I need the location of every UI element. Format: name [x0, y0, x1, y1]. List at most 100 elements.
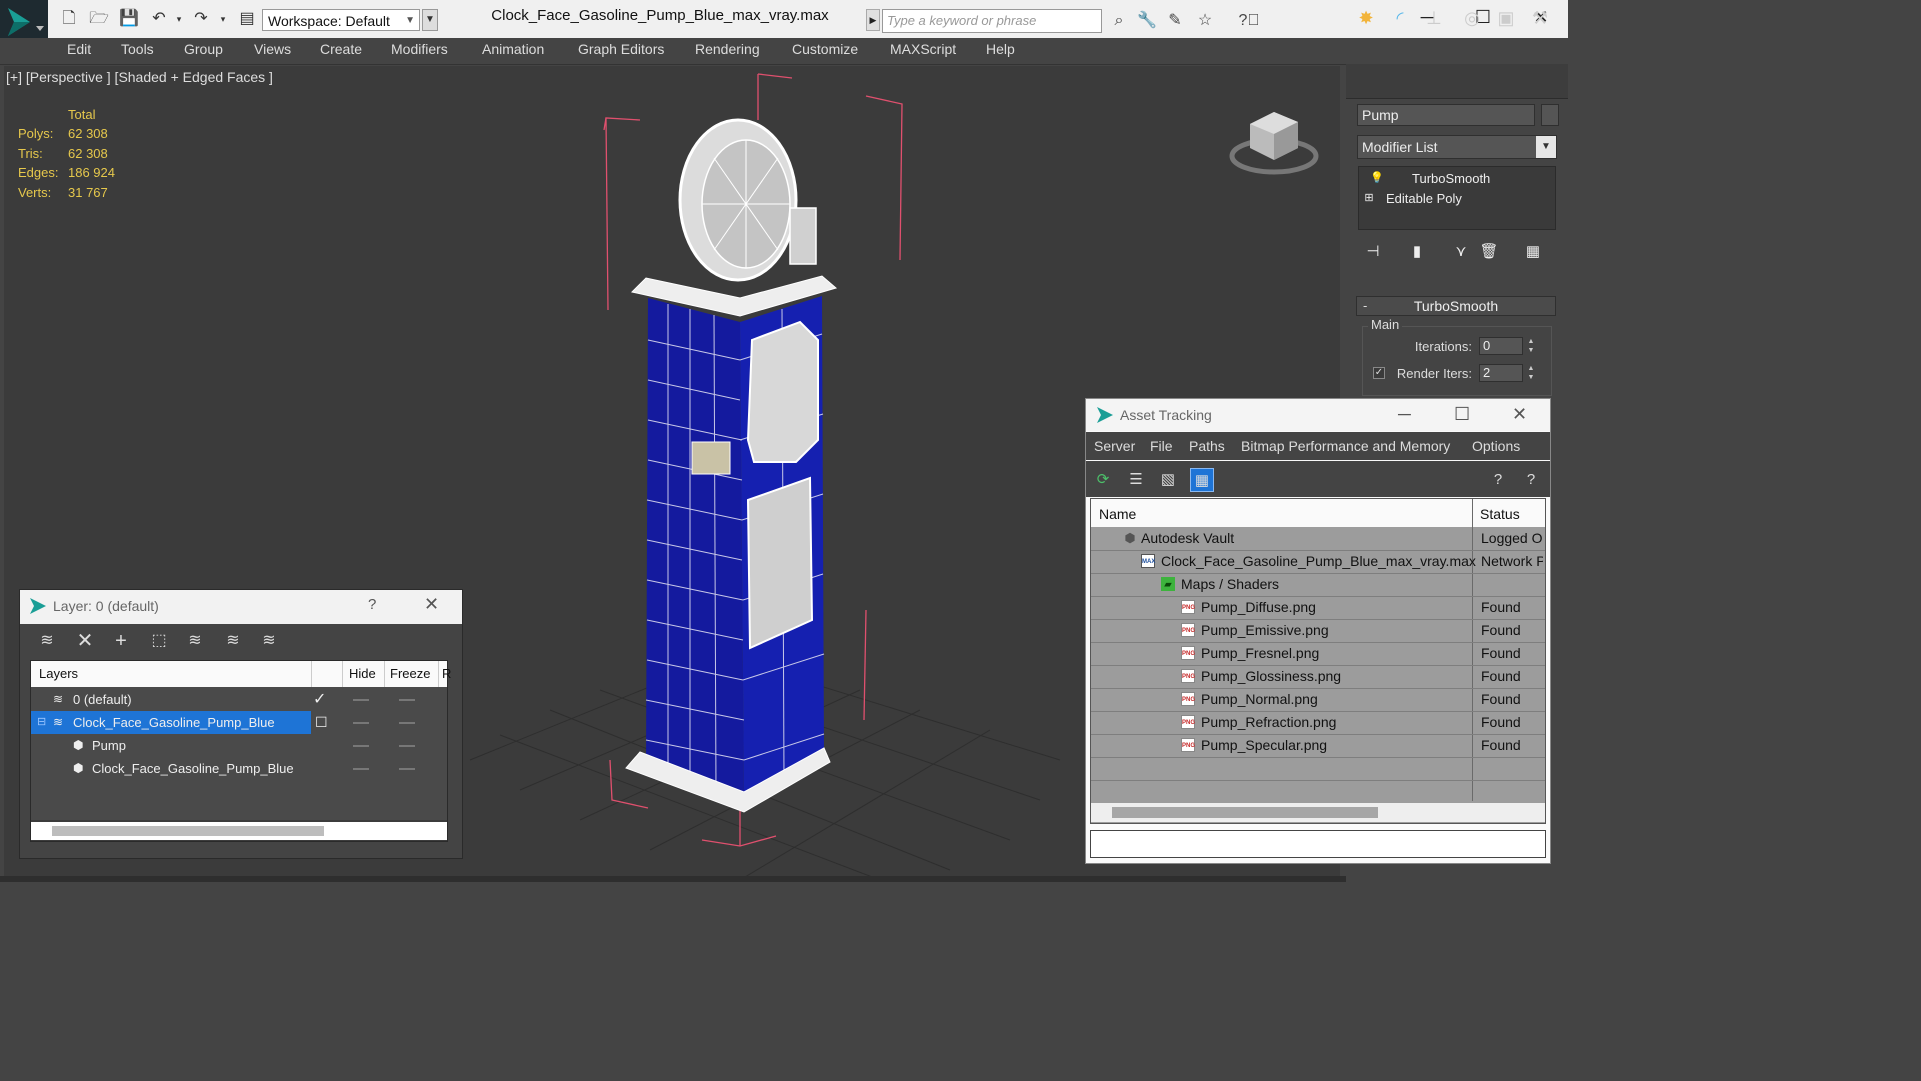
- undo-icon[interactable]: ↶: [148, 9, 170, 29]
- list-view-icon[interactable]: ☰: [1124, 468, 1148, 492]
- menu-file[interactable]: File: [1150, 438, 1173, 454]
- hide-toggle[interactable]: [353, 699, 369, 701]
- layer-row-selected[interactable]: ⊟ ≋ Clock_Face_Gasoline_Pump_Blue ☐: [31, 711, 447, 734]
- scrollbar-thumb[interactable]: [52, 826, 324, 836]
- stack-item-editable-poly[interactable]: ⊞ Editable Poly: [1360, 189, 1554, 208]
- motion-tab-icon[interactable]: ◎: [1458, 6, 1486, 30]
- thumbnail-view-icon[interactable]: ▧: [1156, 468, 1180, 492]
- hierarchy-tab-icon[interactable]: ⊥: [1420, 6, 1448, 30]
- new-file-icon[interactable]: 🗋: [58, 9, 80, 29]
- object-name-field[interactable]: Pump: [1357, 104, 1535, 126]
- wrench-icon[interactable]: 🔧: [1134, 9, 1160, 33]
- open-file-icon[interactable]: 🗁: [88, 9, 110, 29]
- select-in-layer-icon[interactable]: ⬚: [146, 630, 172, 652]
- asset-row-bitmap[interactable]: PNG Pump_Glossiness.png: [1091, 665, 1545, 689]
- menu-bitmap-performance[interactable]: Bitmap Performance and Memory: [1241, 438, 1450, 454]
- render-iters-checkbox[interactable]: ✓: [1373, 367, 1385, 379]
- column-layers[interactable]: Layers: [39, 666, 78, 681]
- pin-stack-icon[interactable]: ⊣: [1360, 241, 1386, 263]
- column-hide[interactable]: Hide: [349, 666, 376, 681]
- help-icon[interactable]: ?⃝: [1236, 9, 1262, 33]
- column-render[interactable]: R: [442, 666, 451, 681]
- menu-options[interactable]: Options: [1472, 438, 1520, 454]
- asset-row-bitmap[interactable]: PNG Pump_Refraction.png: [1091, 711, 1545, 735]
- active-layer-check-icon[interactable]: ✓: [313, 688, 326, 711]
- hide-toggle[interactable]: [353, 768, 369, 770]
- menu-maxscript[interactable]: MAXScript: [890, 41, 956, 57]
- display-tab-icon[interactable]: ▣: [1492, 6, 1520, 30]
- lightbulb-icon[interactable]: 💡: [1370, 172, 1384, 184]
- menu-modifiers[interactable]: Modifiers: [391, 41, 448, 57]
- delete-layer-icon[interactable]: ✕: [72, 630, 98, 652]
- spinner-arrows-icon[interactable]: ▲ ▼: [1526, 337, 1536, 355]
- new-layer-icon[interactable]: ≋: [34, 630, 60, 652]
- render-iters-spinner[interactable]: 2: [1479, 364, 1523, 382]
- asset-row-bitmap[interactable]: PNG Pump_Diffuse.png: [1091, 596, 1545, 620]
- maximize-dialog-button[interactable]: ☐: [1454, 404, 1470, 425]
- menu-server[interactable]: Server: [1094, 438, 1135, 454]
- undo-dropdown-icon[interactable]: ▾: [168, 9, 190, 29]
- redo-dropdown-icon[interactable]: ▾: [212, 9, 234, 29]
- menu-customize[interactable]: Customize: [792, 41, 858, 57]
- freeze-all-layers-icon[interactable]: ≋: [256, 630, 282, 652]
- sign-in-icon[interactable]: ✎: [1162, 9, 1188, 33]
- save-file-icon[interactable]: 💾: [118, 9, 140, 29]
- asset-row-scene-file[interactable]: MAX Clock_Face_Gasoline_Pump_Blue_max_vr…: [1091, 550, 1545, 574]
- layer-row[interactable]: ≋ 0 (default) ✓: [31, 688, 447, 711]
- stack-item-turbosmooth[interactable]: 💡 TurboSmooth: [1360, 169, 1554, 188]
- redo-icon[interactable]: ↷: [190, 9, 212, 29]
- hide-toggle[interactable]: [353, 745, 369, 747]
- object-color-swatch[interactable]: [1541, 104, 1559, 126]
- project-folder-icon[interactable]: ▤: [236, 9, 258, 29]
- menu-rendering[interactable]: Rendering: [695, 41, 760, 57]
- layer-row[interactable]: ⬢ Clock_Face_Gasoline_Pump_Blue: [31, 757, 447, 780]
- viewcube-icon[interactable]: [1228, 102, 1324, 178]
- asset-row-bitmap[interactable]: PNG Pump_Fresnel.png: [1091, 642, 1545, 666]
- column-name[interactable]: Name: [1099, 506, 1136, 522]
- scrollbar-thumb[interactable]: [1112, 807, 1378, 818]
- freeze-toggle[interactable]: [399, 768, 415, 770]
- menu-group[interactable]: Group: [184, 41, 223, 57]
- add-to-layer-icon[interactable]: +: [108, 630, 134, 652]
- show-end-result-icon[interactable]: ▮: [1404, 241, 1430, 263]
- utilities-tab-icon[interactable]: ⚒: [1526, 6, 1554, 30]
- menu-paths[interactable]: Paths: [1189, 438, 1225, 454]
- viewport-label[interactable]: [+] [Perspective ] [Shaded + Edged Faces…: [6, 69, 273, 85]
- freeze-toggle[interactable]: [399, 722, 415, 724]
- hide-all-layers-icon[interactable]: ≋: [220, 630, 246, 652]
- make-active-box-icon[interactable]: ☐: [315, 711, 328, 734]
- menu-tools[interactable]: Tools: [121, 41, 154, 57]
- binoculars-icon[interactable]: ⌕: [1106, 9, 1132, 33]
- collapse-icon[interactable]: ⊟: [37, 711, 46, 734]
- search-expand-button[interactable]: ▶: [866, 9, 880, 31]
- turbosmooth-rollout-header[interactable]: - TurboSmooth: [1356, 296, 1556, 316]
- workspace-dropdown[interactable]: Workspace: Default ▼: [262, 9, 420, 31]
- menu-edit[interactable]: Edit: [67, 41, 91, 57]
- search-input[interactable]: Type a keyword or phrase: [882, 9, 1102, 33]
- asset-row-bitmap[interactable]: PNG Pump_Emissive.png: [1091, 619, 1545, 643]
- help-icon[interactable]: ?: [1486, 468, 1510, 492]
- asset-row-bitmap[interactable]: PNG Pump_Specular.png: [1091, 734, 1545, 758]
- asset-row-maps-folder[interactable]: ▰ Maps / Shaders: [1091, 573, 1545, 597]
- workspace-options-button[interactable]: ▼: [422, 9, 438, 31]
- close-dialog-button[interactable]: ✕: [1512, 404, 1527, 425]
- menu-graph-editors[interactable]: Graph Editors: [578, 41, 664, 57]
- menu-views[interactable]: Views: [254, 41, 291, 57]
- asset-row-vault[interactable]: ⬢ Autodesk Vault: [1091, 527, 1545, 551]
- help-button[interactable]: ?: [368, 596, 376, 613]
- highlight-layer-icon[interactable]: ≋: [182, 630, 208, 652]
- minimize-dialog-button[interactable]: ─: [1398, 404, 1411, 425]
- remove-modifier-icon[interactable]: 🗑: [1476, 241, 1502, 263]
- refresh-icon[interactable]: ⟳: [1091, 468, 1115, 492]
- hide-toggle[interactable]: [353, 722, 369, 724]
- context-help-icon[interactable]: ?: [1519, 468, 1543, 492]
- column-freeze[interactable]: Freeze: [390, 666, 430, 681]
- freeze-toggle[interactable]: [399, 699, 415, 701]
- create-tab-icon[interactable]: ✸: [1352, 6, 1380, 30]
- configure-modifier-sets-icon[interactable]: ▦: [1520, 241, 1546, 263]
- menu-help[interactable]: Help: [986, 41, 1015, 57]
- layer-row[interactable]: ⬢ Pump: [31, 734, 447, 757]
- freeze-toggle[interactable]: [399, 745, 415, 747]
- asset-path-field[interactable]: [1090, 830, 1546, 858]
- expand-plus-icon[interactable]: ⊞: [1363, 192, 1375, 204]
